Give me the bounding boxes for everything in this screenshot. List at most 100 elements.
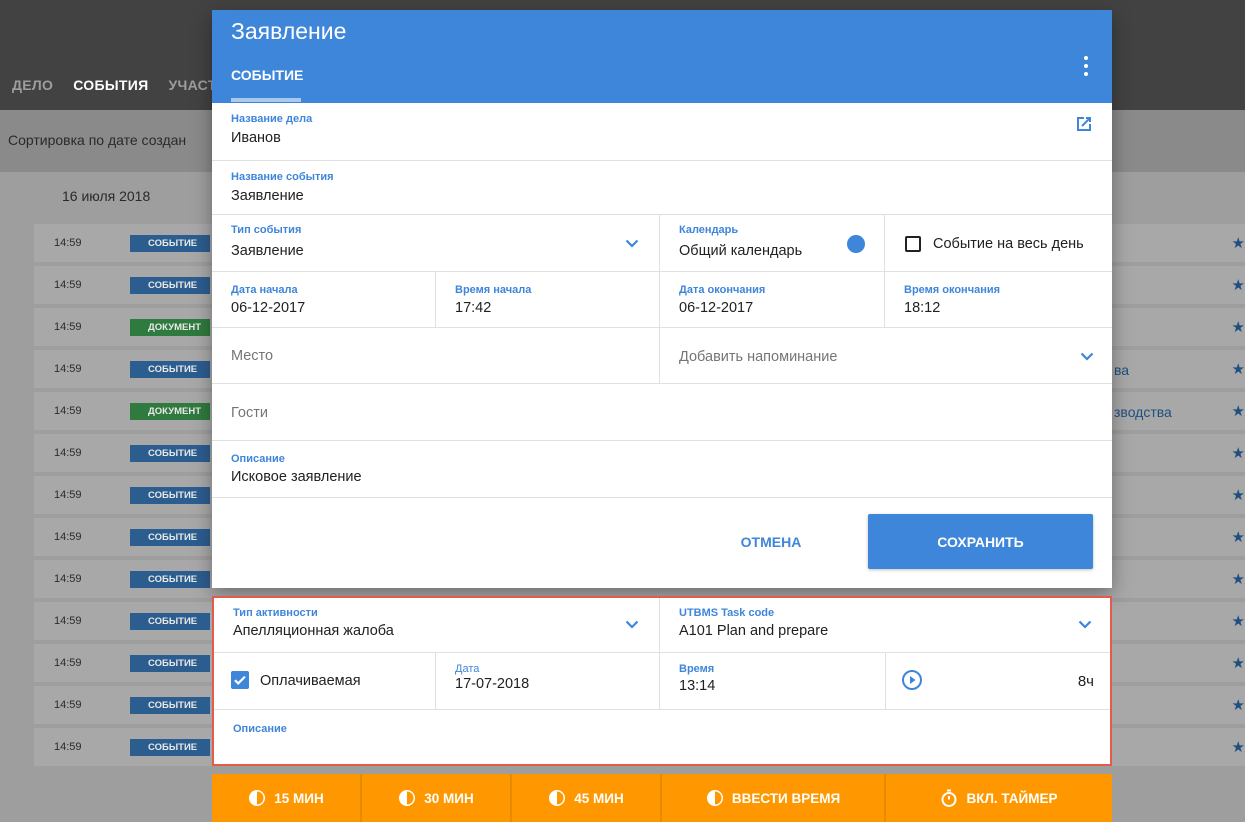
event-time: 14:59 (54, 573, 82, 585)
enter-time-button[interactable]: ВВЕСТИ ВРЕМЯ (662, 774, 886, 822)
event-time: 14:59 (54, 363, 82, 375)
tab-events[interactable]: СОБЫТИЯ (69, 60, 152, 110)
type-badge: СОБЫТИЕ (130, 739, 210, 756)
clock-icon (399, 790, 416, 806)
type-badge: СОБЫТИЕ (130, 571, 210, 588)
checkbox-checked-icon[interactable] (231, 671, 249, 689)
star-icon[interactable]: ★ (1232, 612, 1245, 630)
star-icon[interactable]: ★ (1232, 444, 1245, 462)
play-circle-icon[interactable] (901, 669, 923, 691)
enter-time-label: ВВЕСТИ ВРЕМЯ (731, 790, 841, 806)
reminder-select[interactable]: Добавить напоминание (660, 328, 1112, 383)
add-15-min-button[interactable]: 15 МИН (212, 774, 362, 822)
calendar-color-dot (847, 235, 865, 253)
tab-case[interactable]: ДЕЛО (8, 60, 57, 110)
star-icon[interactable]: ★ (1232, 738, 1245, 756)
end-time-label: Время окончания (904, 284, 1001, 296)
start-timer-button[interactable]: ВКЛ. ТАЙМЕР (886, 774, 1112, 822)
star-icon[interactable]: ★ (1232, 486, 1245, 504)
activity-type-select[interactable]: Тип активности Апелляционная жалоба (214, 598, 660, 652)
type-badge: СОБЫТИЕ (130, 277, 210, 294)
place-input[interactable]: Место (212, 328, 660, 383)
calendar-value: Общий календарь (679, 243, 803, 259)
star-icon[interactable]: ★ (1232, 318, 1245, 336)
event-name-label: Название события (231, 171, 334, 183)
event-type-select[interactable]: Тип события Заявление (212, 215, 660, 271)
star-icon[interactable]: ★ (1232, 654, 1245, 672)
dialog-header: Заявление СОБЫТИЕ (212, 10, 1112, 103)
task-code-label: UTBMS Task code (679, 607, 775, 619)
case-name-label: Название дела (231, 113, 313, 125)
event-time: 14:59 (54, 531, 82, 543)
star-icon[interactable]: ★ (1232, 360, 1245, 378)
cancel-button[interactable]: ОТМЕНА (721, 516, 821, 568)
start-date-field[interactable]: Дата начала 06-12-2017 (212, 272, 436, 327)
datetime-row: Дата начала 06-12-2017 Время начала 17:4… (212, 272, 1112, 328)
description-label: Описание (231, 453, 285, 465)
tab-event[interactable]: СОБЫТИЕ (231, 67, 303, 83)
type-badge: СОБЫТИЕ (130, 235, 210, 252)
clock-icon (249, 790, 266, 806)
case-name-field[interactable]: Название дела Иванов (212, 103, 1112, 161)
billable-checkbox[interactable]: Оплачиваемая (214, 653, 436, 709)
open-external-icon[interactable] (1074, 114, 1094, 134)
end-date-field[interactable]: Дата окончания 06-12-2017 (660, 272, 885, 327)
event-type-label: Тип события (231, 224, 302, 236)
add-30-min-label: 30 МИН (424, 790, 474, 806)
guests-input[interactable]: Гости (212, 384, 1112, 441)
more-menu-icon[interactable] (1082, 56, 1090, 76)
type-badge: СОБЫТИЕ (130, 655, 210, 672)
add-30-min-button[interactable]: 30 МИН (362, 774, 512, 822)
end-date-value: 06-12-2017 (679, 300, 754, 316)
event-name-field[interactable]: Название события Заявление (212, 161, 1112, 215)
end-date-label: Дата окончания (679, 284, 766, 296)
event-name-value: Заявление (231, 188, 304, 204)
time-action-bar: 15 МИН 30 МИН 45 МИН ВВЕСТИ ВРЕМЯ ВКЛ. Т… (212, 774, 1112, 822)
place-reminder-row: Место Добавить напоминание (212, 328, 1112, 384)
entry-description-field[interactable]: Описание (214, 710, 1110, 764)
start-time-label: Время начала (455, 284, 532, 296)
star-icon[interactable]: ★ (1232, 234, 1245, 252)
activity-type-value: Апелляционная жалоба (233, 623, 394, 639)
calendar-select[interactable]: Календарь Общий календарь (660, 215, 885, 271)
description-field[interactable]: Описание Исковое заявление (212, 441, 1112, 498)
event-time: 14:59 (54, 615, 82, 627)
time-entry-panel: Тип активности Апелляционная жалоба UTBM… (212, 596, 1112, 766)
event-time: 14:59 (54, 237, 82, 249)
entry-time-label: Время (679, 663, 715, 675)
add-45-min-label: 45 МИН (574, 790, 624, 806)
activity-type-label: Тип активности (233, 607, 318, 619)
case-name-value: Иванов (231, 130, 281, 146)
all-day-checkbox[interactable]: Событие на весь день (885, 215, 1112, 271)
event-title-fragment[interactable]: зводства (1114, 404, 1172, 420)
checkbox-unchecked-icon[interactable] (905, 236, 921, 252)
end-time-field[interactable]: Время окончания 18:12 (885, 272, 1112, 327)
entry-description-label: Описание (233, 723, 287, 735)
start-time-field[interactable]: Время начала 17:42 (436, 272, 660, 327)
start-date-label: Дата начала (231, 284, 298, 296)
star-icon[interactable]: ★ (1232, 528, 1245, 546)
entry-time-field[interactable]: Время 13:14 (660, 653, 886, 709)
reminder-placeholder: Добавить напоминание (679, 349, 838, 365)
event-time: 14:59 (54, 321, 82, 333)
chevron-down-icon (625, 620, 639, 629)
star-icon[interactable]: ★ (1232, 570, 1245, 588)
billable-label: Оплачиваемая (260, 673, 361, 689)
description-value: Исковое заявление (231, 469, 362, 485)
star-icon[interactable]: ★ (1232, 696, 1245, 714)
type-calendar-row: Тип события Заявление Календарь Общий ка… (212, 215, 1112, 272)
star-icon[interactable]: ★ (1232, 402, 1245, 420)
type-badge: СОБЫТИЕ (130, 697, 210, 714)
star-icon[interactable]: ★ (1232, 276, 1245, 294)
save-button[interactable]: СОХРАНИТЬ (868, 514, 1093, 569)
event-time: 14:59 (54, 489, 82, 501)
event-time: 14:59 (54, 699, 82, 711)
task-code-select[interactable]: UTBMS Task code A101 Plan and prepare (660, 598, 1110, 652)
hours-value: 8ч (1077, 673, 1094, 690)
event-title-fragment[interactable]: ва (1114, 362, 1129, 378)
add-45-min-button[interactable]: 45 МИН (512, 774, 662, 822)
calendar-label: Календарь (679, 224, 739, 236)
entry-date-field[interactable]: Дата 17-07-2018 (436, 653, 660, 709)
event-time: 14:59 (54, 447, 82, 459)
billing-row: Оплачиваемая Дата 17-07-2018 Время 13:14… (214, 653, 1110, 710)
